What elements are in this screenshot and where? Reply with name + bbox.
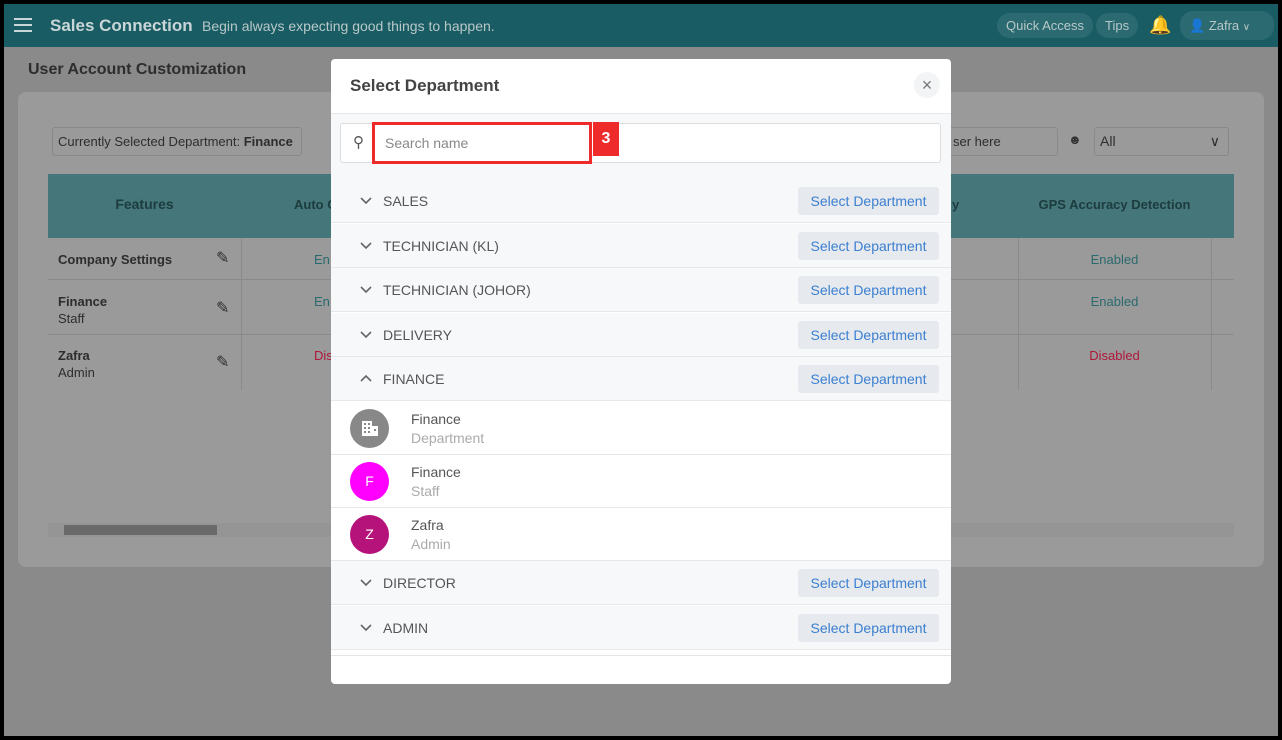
- header-features: Features: [115, 196, 174, 212]
- member-item[interactable]: F Finance Staff: [331, 454, 951, 508]
- row-role: Admin: [58, 365, 95, 380]
- search-box[interactable]: ⚲ Search name 3: [340, 122, 941, 164]
- user-icon: 👤: [1189, 18, 1206, 33]
- user-name: Zafra: [1208, 18, 1240, 33]
- department-row[interactable]: FINANCE Select Department: [331, 357, 951, 401]
- page-title: User Account Customization: [28, 61, 247, 78]
- tagline: Begin always expecting good things to ha…: [202, 18, 495, 34]
- department-row[interactable]: DELIVERY Select Department: [331, 312, 951, 357]
- row-gps: Enabled: [1090, 294, 1139, 309]
- select-department-button[interactable]: Select Department: [798, 613, 939, 642]
- avatar: F: [350, 461, 389, 501]
- scrollbar-thumb[interactable]: [64, 525, 217, 535]
- tips-button[interactable]: Tips: [1096, 13, 1139, 38]
- chevron-down-icon[interactable]: [359, 193, 373, 207]
- app-window: Sales Connection Begin always expecting …: [4, 4, 1278, 736]
- col-divider: [1211, 238, 1212, 390]
- select-department-button[interactable]: Select Department: [798, 231, 939, 260]
- col-divider: [1018, 238, 1019, 390]
- department-row[interactable]: DIRECTOR Select Department: [331, 561, 951, 606]
- select-department-button[interactable]: Select Department: [798, 320, 939, 349]
- col-divider: [241, 238, 242, 390]
- avatar: Z: [350, 515, 389, 555]
- header-gps: GPS Accuracy Detection: [1038, 197, 1191, 212]
- row-gps: Disabled: [1089, 348, 1140, 363]
- users-icon: ☻: [1068, 132, 1082, 147]
- department-name: FINANCE: [383, 371, 445, 387]
- department-name: DIRECTOR: [383, 575, 456, 592]
- member-role: Department: [411, 429, 485, 446]
- building-icon: [350, 408, 389, 448]
- row-gps: Enabled: [1090, 252, 1139, 267]
- edit-icon[interactable]: ✎: [216, 352, 229, 372]
- department-name: DELIVERY: [383, 326, 452, 343]
- member-name: Zafra: [411, 517, 444, 534]
- quick-access-button[interactable]: Quick Access: [997, 13, 1094, 38]
- chevron-down-icon: ∨: [1209, 133, 1220, 149]
- member-role: Staff: [411, 482, 440, 499]
- department-row[interactable]: TECHNICIAN (JOHOR) Select Department: [331, 268, 951, 312]
- row-name: Zafra: [58, 348, 90, 363]
- chevron-down-icon[interactable]: [359, 620, 373, 634]
- department-name: TECHNICIAN (JOHOR): [383, 282, 531, 298]
- row-name: Finance: [58, 294, 108, 309]
- row-value: En: [314, 252, 330, 267]
- chevron-down-icon: ∨: [1242, 22, 1251, 33]
- member-name: Finance: [411, 410, 461, 427]
- row-value: En: [314, 294, 330, 309]
- user-menu[interactable]: 👤 Zafra ∨: [1180, 11, 1274, 40]
- header-partial: y: [952, 197, 960, 212]
- modal-title: Select Department: [350, 76, 500, 95]
- filter-select[interactable]: All ∨: [1094, 127, 1229, 156]
- select-department-button[interactable]: Select Department: [798, 276, 939, 304]
- chevron-down-icon[interactable]: [359, 238, 373, 252]
- row-value: Dis: [314, 348, 333, 363]
- chevron-up-icon[interactable]: [359, 371, 373, 385]
- department-name: TECHNICIAN (KL): [383, 237, 499, 254]
- row-role: Staff: [58, 311, 85, 326]
- annotation-badge: 3: [593, 122, 619, 156]
- member-item[interactable]: Z Zafra Admin: [331, 508, 951, 562]
- department-row[interactable]: TECHNICIAN (KL) Select Department: [331, 223, 951, 268]
- select-department-modal: Select Department × ⚲ Search name 3 SALE…: [331, 59, 951, 684]
- modal-footer-divider: [331, 655, 951, 656]
- chevron-down-icon[interactable]: [359, 327, 373, 341]
- search-input[interactable]: Search name: [372, 122, 592, 164]
- menu-icon[interactable]: [14, 18, 32, 32]
- edit-icon[interactable]: ✎: [216, 248, 229, 268]
- chevron-down-icon[interactable]: [359, 282, 373, 296]
- department-row[interactable]: SALES Select Department: [331, 179, 951, 223]
- bell-icon[interactable]: 🔔: [1149, 15, 1171, 36]
- edit-icon[interactable]: ✎: [216, 298, 229, 318]
- department-row[interactable]: ADMIN Select Department: [331, 605, 951, 650]
- chevron-down-icon[interactable]: [359, 575, 373, 589]
- select-department-button[interactable]: Select Department: [798, 187, 939, 215]
- member-role: Admin: [411, 536, 451, 553]
- current-department: Currently Selected Department: Finance: [52, 127, 302, 156]
- app-title[interactable]: Sales Connection: [50, 16, 193, 36]
- department-name: SALES: [383, 193, 429, 209]
- close-button[interactable]: ×: [914, 72, 940, 98]
- select-department-button[interactable]: Select Department: [798, 569, 939, 598]
- top-bar: Sales Connection Begin always expecting …: [4, 4, 1278, 47]
- select-department-button[interactable]: Select Department: [798, 365, 939, 393]
- department-name: ADMIN: [383, 619, 429, 636]
- member-item[interactable]: Finance Department: [331, 401, 951, 455]
- search-icon: ⚲: [353, 134, 364, 151]
- row-name: Company Settings: [58, 252, 173, 267]
- search-user-input[interactable]: ser here: [938, 127, 1058, 156]
- member-name: Finance: [411, 463, 461, 480]
